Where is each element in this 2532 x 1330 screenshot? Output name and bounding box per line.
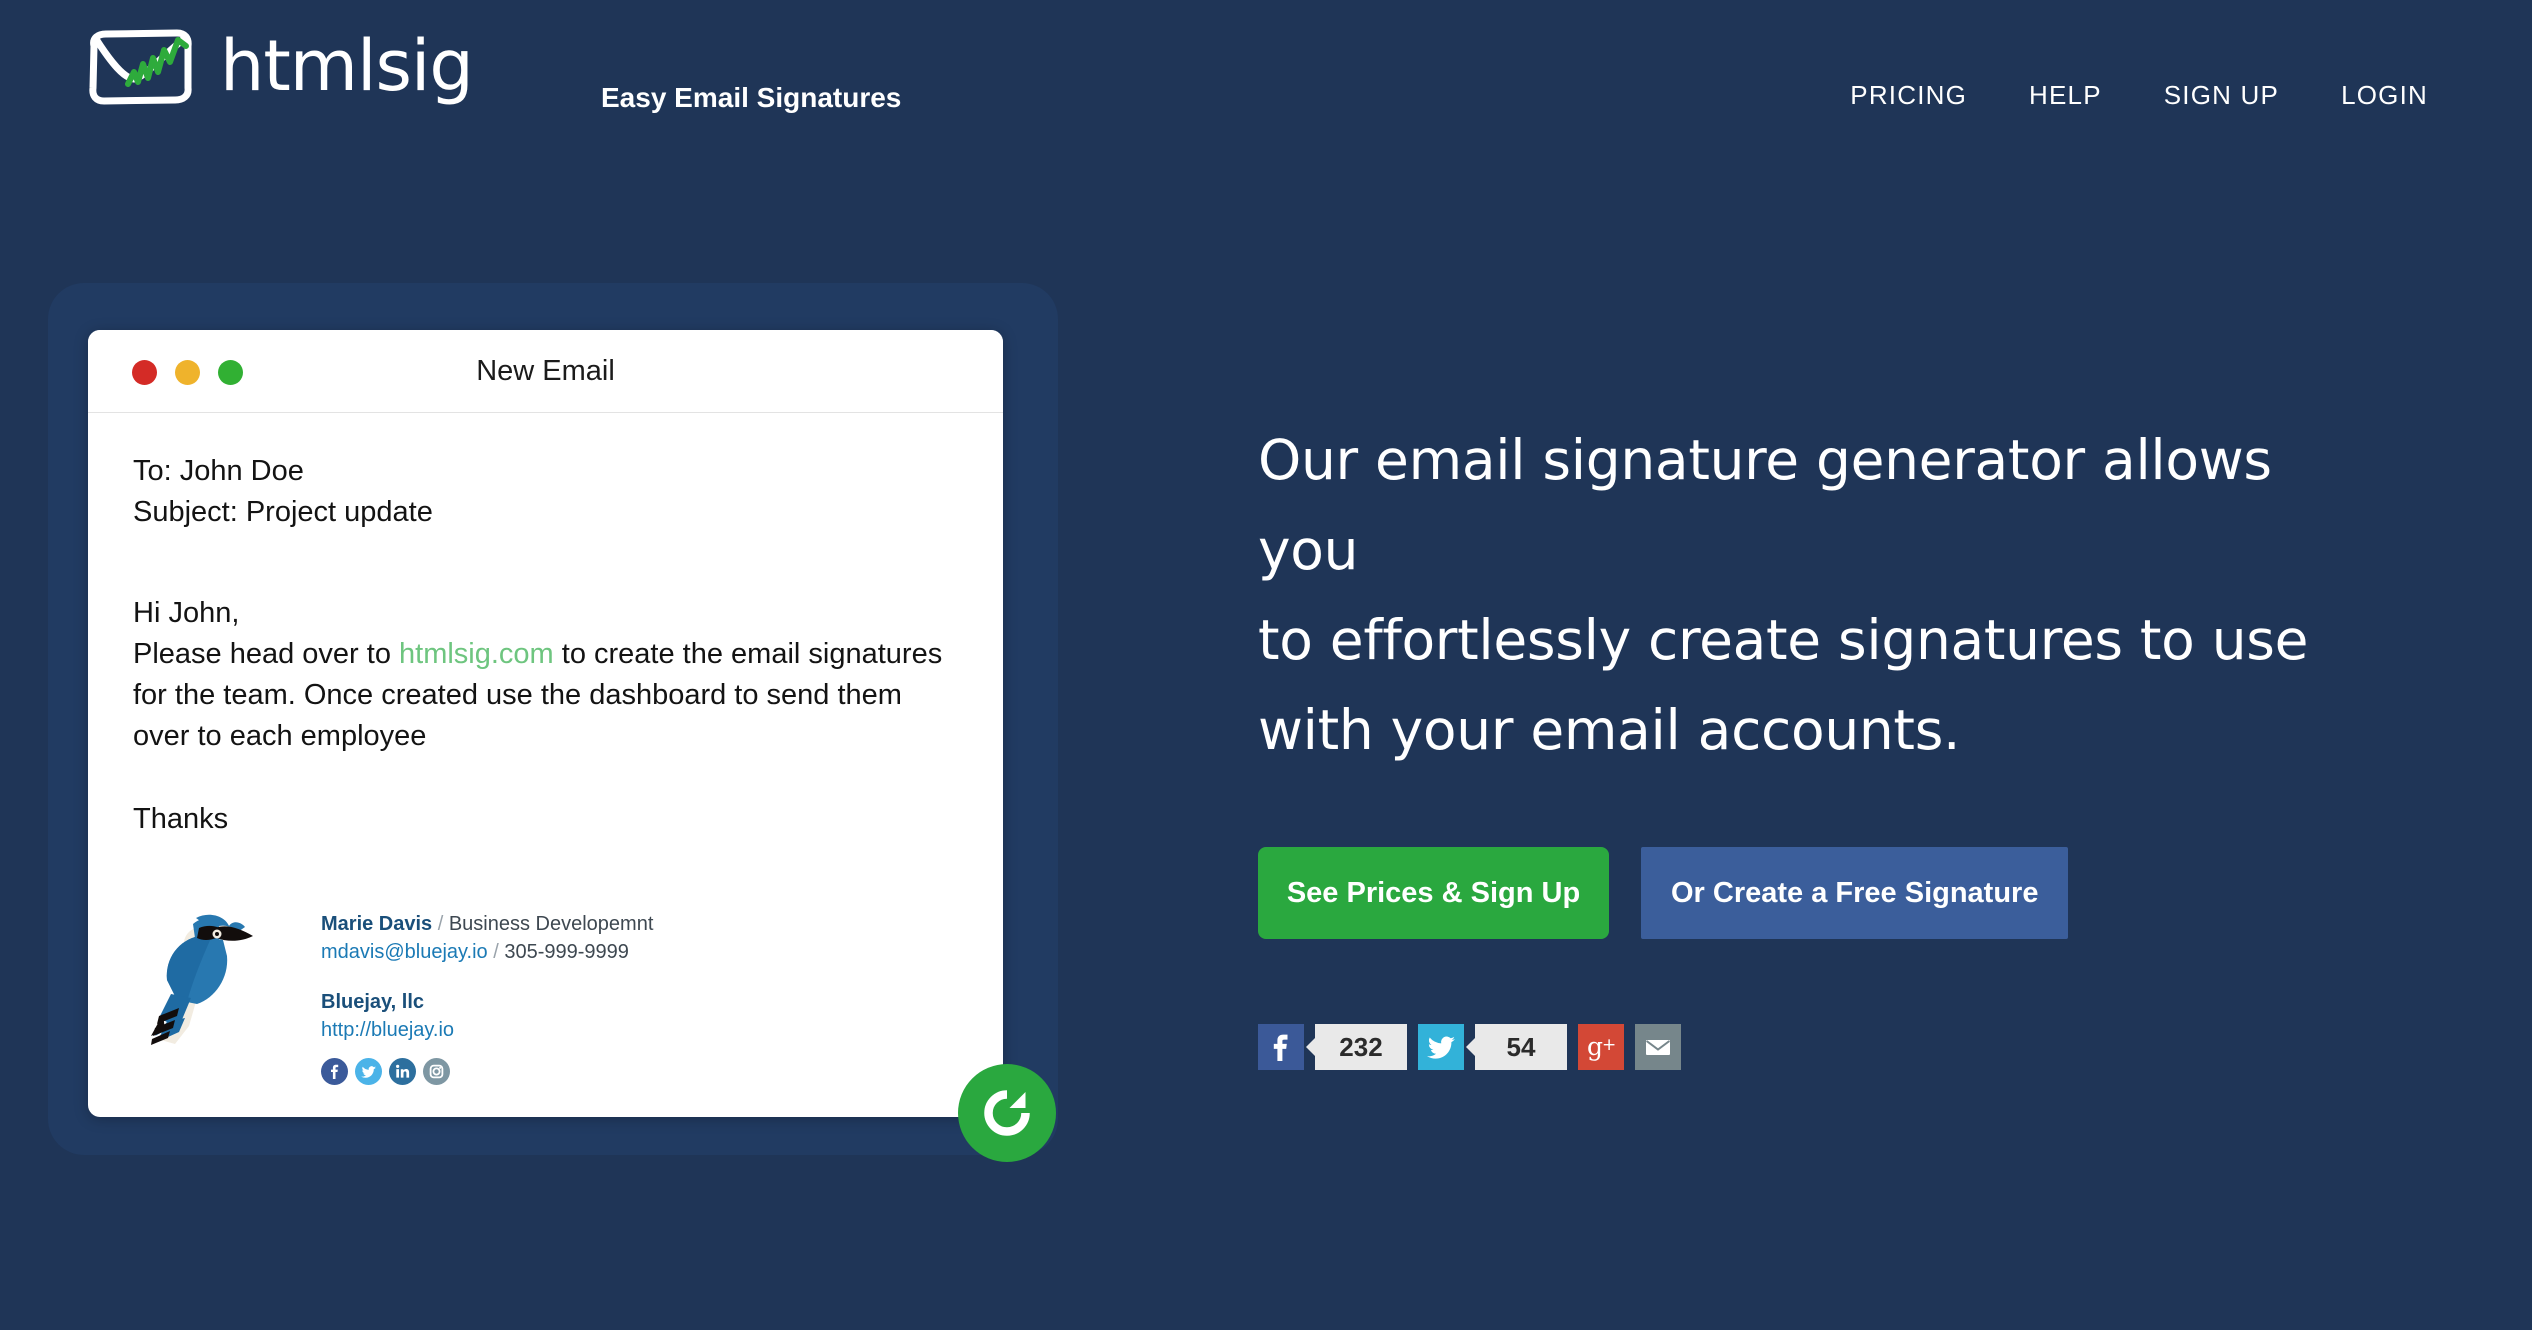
site-header: htmlsig Easy Email Signatures PRICING HE… (0, 0, 2532, 170)
signature-website-link[interactable]: http://bluejay.io (321, 1019, 454, 1041)
twitter-icon[interactable] (355, 1058, 382, 1085)
signature-separator-2: / (487, 941, 505, 963)
email-message: Hi John, Please head over to htmlsig.com… (133, 593, 958, 840)
signature-job-title: Business Developemnt (448, 913, 654, 935)
email-preview-window: New Email To: John Doe Subject: Project … (88, 330, 1056, 1162)
nav-item-login[interactable]: LOGIN (2341, 80, 2428, 111)
brand-logo[interactable]: htmlsig (82, 22, 474, 110)
email-greeting: Hi John, (133, 597, 240, 629)
svg-text:g: g (1587, 1032, 1603, 1061)
facebook-share-count: 232 (1315, 1024, 1407, 1070)
email-paragraph-before-link: Please head over to (133, 638, 400, 670)
signature-text: Marie Davis / Business Developemnt mdavi… (321, 892, 653, 1085)
share-googleplus-button[interactable]: g + (1578, 1024, 1624, 1070)
refresh-icon (976, 1082, 1038, 1144)
email-paragraph: Please head over to htmlsig.com to creat… (133, 634, 943, 757)
create-free-signature-button[interactable]: Or Create a Free Signature (1641, 847, 2069, 939)
main-nav: PRICING HELP SIGN UP LOGIN (1850, 80, 2428, 111)
signature-name: Marie Davis (321, 913, 433, 935)
twitter-icon (1418, 1024, 1464, 1070)
signature-separator-1: / (432, 913, 449, 935)
email-icon (1635, 1024, 1681, 1070)
signature-social-links (321, 1058, 653, 1085)
signature-phone: 305-999-9999 (504, 941, 629, 963)
tagline: Easy Email Signatures (601, 82, 902, 113)
signature-email-link[interactable]: mdavis@bluejay.io (321, 941, 488, 963)
email-signature: Marie Davis / Business Developemnt mdavi… (133, 892, 958, 1085)
share-email-button[interactable] (1635, 1024, 1681, 1070)
hero-section: Our email signature generator allows you… (1258, 415, 2388, 1070)
social-share-bar: 232 54 g + (1258, 1024, 2388, 1070)
logo-wordmark: htmlsig (220, 25, 474, 107)
window-titlebar: New Email (88, 330, 1003, 413)
headline-line-3: with your email accounts. (1258, 698, 1961, 762)
facebook-icon[interactable] (321, 1058, 348, 1085)
email-to-line: To: John Doe (133, 455, 304, 487)
nav-item-sign-up[interactable]: SIGN UP (2164, 80, 2279, 111)
signature-company: Bluejay, llc (321, 991, 425, 1013)
share-twitter-button[interactable] (1418, 1024, 1464, 1070)
nav-item-help[interactable]: HELP (2029, 80, 2102, 111)
hero-cta-group: See Prices & Sign Up Or Create a Free Si… (1258, 847, 2388, 939)
headline-line-2: to effortlessly create signatures to use (1258, 608, 2309, 672)
nav-item-pricing[interactable]: PRICING (1850, 80, 1967, 111)
see-prices-sign-up-button[interactable]: See Prices & Sign Up (1258, 847, 1609, 939)
email-subject-line: Subject: Project update (133, 496, 433, 528)
share-facebook-button[interactable] (1258, 1024, 1304, 1070)
headline-line-1: Our email signature generator allows you (1258, 428, 2272, 582)
signature-name-row: Marie Davis / Business Developemnt (321, 910, 653, 938)
window-title: New Email (476, 355, 615, 387)
page-title: Our email signature generator allows you… (1258, 415, 2388, 775)
instagram-icon[interactable] (423, 1058, 450, 1085)
twitter-share-count: 54 (1475, 1024, 1567, 1070)
google-plus-icon: g + (1578, 1024, 1624, 1070)
linkedin-icon[interactable] (389, 1058, 416, 1085)
facebook-icon (1258, 1024, 1304, 1070)
htmlsig-link[interactable]: htmlsig.com (399, 638, 554, 670)
email-closing: Thanks (133, 803, 229, 835)
email-body: To: John Doe Subject: Project update Hi … (88, 413, 1003, 1085)
signature-contact-row: mdavis@bluejay.io / 305-999-9999 (321, 938, 653, 966)
bluejay-bird-logo-icon (141, 894, 271, 1054)
refresh-button[interactable] (958, 1064, 1056, 1162)
envelope-chart-logo-icon (82, 22, 200, 110)
svg-text:+: + (1602, 1035, 1616, 1055)
